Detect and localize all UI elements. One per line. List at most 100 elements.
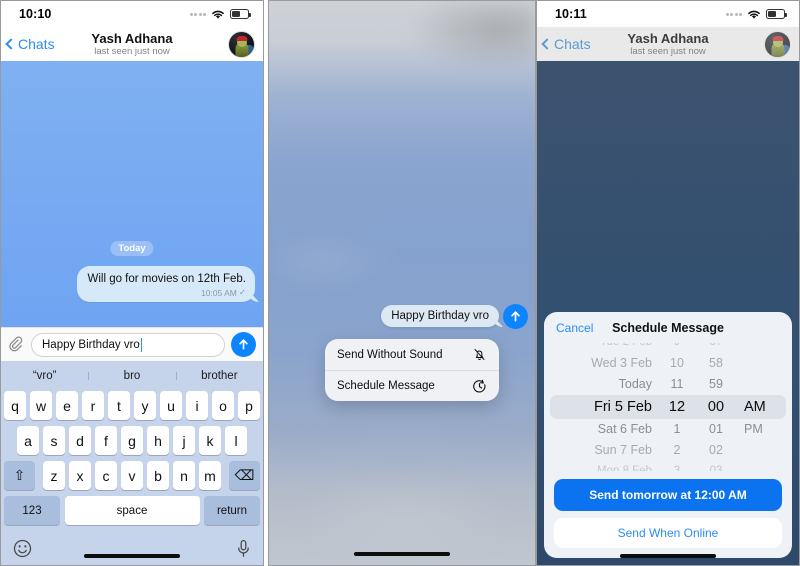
- home-indicator[interactable]: [354, 552, 450, 556]
- draft-message-bubble[interactable]: Happy Birthday vro: [381, 305, 499, 327]
- picker-hour-selected[interactable]: 12: [669, 395, 685, 419]
- chevron-left-icon: [541, 38, 553, 50]
- home-indicator[interactable]: [620, 554, 716, 558]
- message-bubble-outgoing[interactable]: Will go for movies on 12th Feb. 10:05 AM…: [77, 266, 255, 302]
- picker-minute-selected[interactable]: 00: [708, 395, 724, 419]
- key-v[interactable]: v: [121, 461, 143, 490]
- key-i[interactable]: i: [186, 391, 208, 420]
- picker-date-option[interactable]: Sat 6 Feb: [598, 419, 652, 440]
- picker-minute-option[interactable]: 58: [709, 353, 723, 374]
- key-u[interactable]: u: [160, 391, 182, 420]
- predictive-bar: “vro” bro brother: [1, 361, 263, 391]
- picker-minute-option[interactable]: 03: [710, 461, 723, 471]
- contact-name: Yash Adhana: [627, 30, 709, 46]
- send-button[interactable]: [503, 304, 528, 329]
- chat-scroll-area[interactable]: Today Will go for movies on 12th Feb. 10…: [1, 61, 263, 327]
- navigation-bar: Chats Yash Adhana last seen just now: [537, 27, 799, 61]
- picker-date-option[interactable]: Tue 2 Feb: [600, 343, 652, 353]
- picker-hour-option[interactable]: 11: [671, 374, 684, 395]
- key-q[interactable]: q: [4, 391, 26, 420]
- key-p[interactable]: p: [238, 391, 260, 420]
- key-j[interactable]: j: [173, 426, 195, 455]
- menu-item-send-without-sound[interactable]: Send Without Sound: [325, 339, 499, 370]
- key-z[interactable]: z: [43, 461, 65, 490]
- send-tomorrow-button[interactable]: Send tomorrow at 12:00 AM: [554, 479, 782, 511]
- picker-wheel-hour[interactable]: 8 9 10 11 12 1 2 3 4: [658, 343, 696, 471]
- key-y[interactable]: y: [134, 391, 156, 420]
- picker-minute-option[interactable]: 57: [710, 343, 723, 353]
- message-input-value: Happy Birthday vro: [42, 338, 140, 351]
- panel-schedule: 10:11 Chats Yash Adhana last seen just n…: [536, 0, 800, 566]
- picker-hour-option[interactable]: 9: [674, 343, 680, 353]
- key-w[interactable]: w: [30, 391, 52, 420]
- picker-wheel-date[interactable]: Mon 1 Feb Tue 2 Feb Wed 3 Feb Today Fri …: [554, 343, 658, 471]
- cancel-button[interactable]: Cancel: [556, 321, 593, 335]
- space-key[interactable]: space: [64, 496, 200, 525]
- key-c[interactable]: c: [95, 461, 117, 490]
- key-e[interactable]: e: [56, 391, 78, 420]
- backspace-key[interactable]: ⌫: [229, 461, 260, 490]
- key-b[interactable]: b: [147, 461, 169, 490]
- picker-wheel-minute[interactable]: 56 57 58 59 00 01 02 03 04: [696, 343, 736, 471]
- numbers-key[interactable]: 123: [4, 496, 60, 525]
- message-input-bar: Happy Birthday vro: [1, 327, 263, 361]
- blurred-chat-backdrop: [269, 1, 535, 565]
- key-t[interactable]: t: [108, 391, 130, 420]
- cellular-dots-icon: [189, 12, 206, 16]
- return-key[interactable]: return: [204, 496, 260, 525]
- picker-minute-option[interactable]: 59: [709, 374, 723, 395]
- key-l[interactable]: l: [225, 426, 247, 455]
- key-r[interactable]: r: [82, 391, 104, 420]
- picker-date-option[interactable]: Sun 7 Feb: [594, 440, 652, 461]
- send-button[interactable]: [231, 332, 256, 357]
- contact-status: last seen just now: [630, 45, 706, 57]
- key-m[interactable]: m: [199, 461, 221, 490]
- avatar[interactable]: [764, 30, 791, 58]
- back-to-chats-button[interactable]: Chats: [5, 36, 55, 52]
- menu-item-label: Schedule Message: [337, 380, 435, 392]
- battery-icon: [230, 9, 251, 19]
- picker-hour-option[interactable]: 2: [674, 440, 681, 461]
- message-input[interactable]: Happy Birthday vro: [31, 332, 225, 357]
- picker-date-selected[interactable]: Fri 5 Feb: [594, 395, 652, 419]
- picker-wheel-ampm[interactable]: AM PM: [736, 343, 782, 471]
- key-o[interactable]: o: [212, 391, 234, 420]
- key-h[interactable]: h: [147, 426, 169, 455]
- microphone-icon[interactable]: [236, 539, 251, 558]
- key-a[interactable]: a: [17, 426, 39, 455]
- picker-date-option[interactable]: Mon 8 Feb: [597, 461, 652, 471]
- prediction-1[interactable]: bro: [88, 370, 175, 382]
- avatar[interactable]: [228, 30, 255, 58]
- sheet-header: Cancel Schedule Message: [544, 312, 792, 343]
- emoji-icon[interactable]: [13, 539, 32, 558]
- picker-date-option[interactable]: Wed 3 Feb: [591, 353, 652, 374]
- picker-date-option[interactable]: Today: [619, 374, 652, 395]
- wifi-icon: [748, 10, 760, 19]
- paperclip-icon[interactable]: [8, 335, 25, 354]
- key-d[interactable]: d: [69, 426, 91, 455]
- back-label: Chats: [18, 36, 55, 52]
- key-x[interactable]: x: [69, 461, 91, 490]
- picker-minute-option[interactable]: 02: [709, 440, 723, 461]
- key-k[interactable]: k: [199, 426, 221, 455]
- home-indicator[interactable]: [84, 554, 180, 558]
- picker-minute-option[interactable]: 01: [709, 419, 723, 440]
- prediction-0[interactable]: “vro”: [1, 370, 88, 382]
- datetime-picker[interactable]: Mon 1 Feb Tue 2 Feb Wed 3 Feb Today Fri …: [544, 343, 792, 471]
- key-n[interactable]: n: [173, 461, 195, 490]
- on-screen-keyboard[interactable]: “vro” bro brother q w e r t y u i o p a …: [1, 361, 263, 565]
- picker-hour-option[interactable]: 10: [670, 353, 684, 374]
- back-to-chats-button[interactable]: Chats: [541, 36, 591, 52]
- menu-item-schedule-message[interactable]: Schedule Message: [325, 370, 499, 401]
- prediction-2[interactable]: brother: [175, 370, 263, 382]
- picker-ampm-option[interactable]: PM: [744, 419, 763, 440]
- key-f[interactable]: f: [95, 426, 117, 455]
- picker-ampm-selected[interactable]: AM: [744, 395, 766, 419]
- key-s[interactable]: s: [43, 426, 65, 455]
- key-g[interactable]: g: [121, 426, 143, 455]
- bell-slash-icon: [474, 348, 485, 361]
- send-when-online-button[interactable]: Send When Online: [554, 518, 782, 548]
- picker-hour-option[interactable]: 1: [674, 419, 681, 440]
- shift-key[interactable]: ⇧: [4, 461, 35, 490]
- picker-hour-option[interactable]: 3: [674, 461, 680, 471]
